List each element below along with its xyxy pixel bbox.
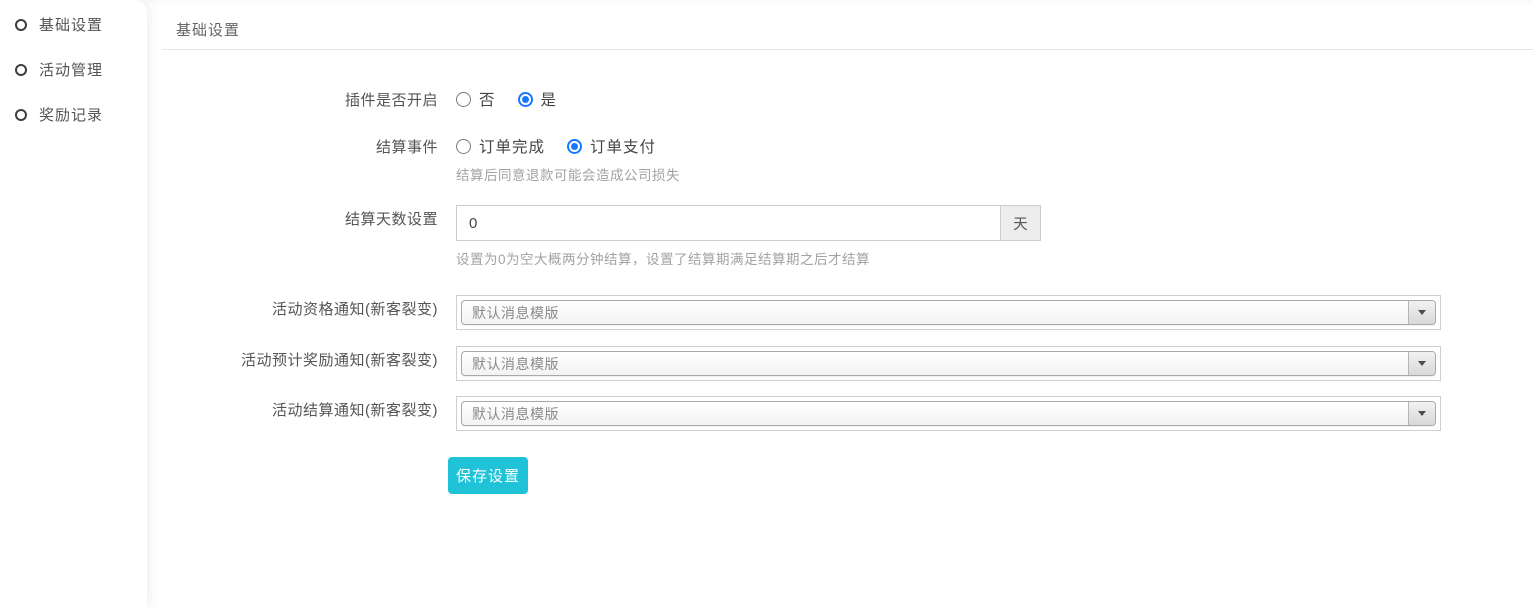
notify-qualification-select[interactable]: 默认消息模版 bbox=[461, 300, 1436, 325]
circle-icon bbox=[15, 109, 27, 121]
form-row-settlement-days: 结算天数设置 天 设置为0为空大概两分钟结算，设置了结算期满足结算期之后才结算 bbox=[162, 205, 1533, 268]
form-row-plugin-enabled: 插件是否开启 否 是 bbox=[162, 86, 1533, 110]
notify-qualification-select-wrapper: 默认消息模版 bbox=[456, 295, 1441, 330]
sidebar-item-label: 基础设置 bbox=[39, 14, 103, 35]
radio-label: 订单完成 bbox=[479, 135, 545, 157]
chevron-down-icon[interactable] bbox=[1408, 402, 1435, 425]
form-row-notify-qualification: 活动资格通知(新客裂变) 默认消息模版 bbox=[162, 295, 1533, 330]
page-title: 基础设置 bbox=[162, 14, 1533, 50]
circle-icon bbox=[15, 64, 27, 76]
field-label: 活动结算通知(新客裂变) bbox=[162, 396, 438, 420]
form-row-notify-expected-reward: 活动预计奖励通知(新客裂变) 默认消息模版 bbox=[162, 346, 1533, 381]
radio-icon[interactable] bbox=[518, 92, 533, 107]
chevron-down-icon[interactable] bbox=[1408, 352, 1435, 375]
radio-option-order-complete[interactable]: 订单完成 bbox=[456, 135, 545, 157]
notify-expected-reward-select[interactable]: 默认消息模版 bbox=[461, 351, 1436, 376]
radio-icon[interactable] bbox=[456, 139, 471, 154]
notify-settlement-select[interactable]: 默认消息模版 bbox=[461, 401, 1436, 426]
form-row-notify-settlement: 活动结算通知(新客裂变) 默认消息模版 bbox=[162, 396, 1533, 431]
radio-icon[interactable] bbox=[567, 139, 582, 154]
form-row-settlement-event: 结算事件 订单完成 订单支付 结算后同意退款可能会造成公司损失 bbox=[162, 133, 1533, 184]
radio-icon[interactable] bbox=[456, 92, 471, 107]
settlement-event-help-text: 结算后同意退款可能会造成公司损失 bbox=[456, 164, 680, 184]
settlement-days-input-group: 天 bbox=[456, 205, 1041, 241]
radio-option-order-paid[interactable]: 订单支付 bbox=[567, 135, 656, 157]
settlement-days-input[interactable] bbox=[456, 205, 1001, 241]
settlement-days-controls: 天 设置为0为空大概两分钟结算，设置了结算期满足结算期之后才结算 bbox=[456, 205, 1041, 268]
select-value: 默认消息模版 bbox=[472, 354, 559, 374]
sidebar-item-basic-settings[interactable]: 基础设置 bbox=[0, 2, 147, 47]
sidebar-item-reward-records[interactable]: 奖励记录 bbox=[0, 92, 147, 137]
field-label: 插件是否开启 bbox=[162, 86, 438, 110]
field-label: 结算天数设置 bbox=[162, 205, 438, 229]
select-value: 默认消息模版 bbox=[472, 303, 559, 323]
circle-icon bbox=[15, 19, 27, 31]
unit-addon-days: 天 bbox=[1001, 205, 1041, 241]
save-settings-button[interactable]: 保存设置 bbox=[448, 457, 528, 494]
settings-form: 插件是否开启 否 是 结算事件 订单完成 bbox=[162, 50, 1533, 494]
radio-label: 否 bbox=[479, 88, 496, 110]
chevron-down-icon[interactable] bbox=[1408, 301, 1435, 324]
settlement-event-controls: 订单完成 订单支付 结算后同意退款可能会造成公司损失 bbox=[456, 133, 680, 184]
field-label: 活动资格通知(新客裂变) bbox=[162, 295, 438, 319]
radio-label: 订单支付 bbox=[590, 135, 656, 157]
sidebar: 基础设置 活动管理 奖励记录 bbox=[0, 0, 147, 608]
settlement-event-radio-group: 订单完成 订单支付 bbox=[456, 133, 680, 157]
sidebar-item-label: 活动管理 bbox=[39, 59, 103, 80]
plugin-enabled-radio-group: 否 是 bbox=[456, 86, 579, 110]
field-label: 结算事件 bbox=[162, 133, 438, 157]
radio-label: 是 bbox=[541, 88, 558, 110]
settlement-days-help-text: 设置为0为空大概两分钟结算，设置了结算期满足结算期之后才结算 bbox=[456, 248, 1041, 268]
notify-settlement-select-wrapper: 默认消息模版 bbox=[456, 396, 1441, 431]
radio-option-no[interactable]: 否 bbox=[456, 88, 496, 110]
radio-option-yes[interactable]: 是 bbox=[518, 88, 558, 110]
sidebar-item-label: 奖励记录 bbox=[39, 104, 103, 125]
notify-expected-reward-select-wrapper: 默认消息模版 bbox=[456, 346, 1441, 381]
sidebar-item-activity-management[interactable]: 活动管理 bbox=[0, 47, 147, 92]
main-content: 基础设置 插件是否开启 否 是 结算事件 bbox=[147, 4, 1533, 608]
field-label: 活动预计奖励通知(新客裂变) bbox=[162, 346, 438, 370]
select-value: 默认消息模版 bbox=[472, 404, 559, 424]
